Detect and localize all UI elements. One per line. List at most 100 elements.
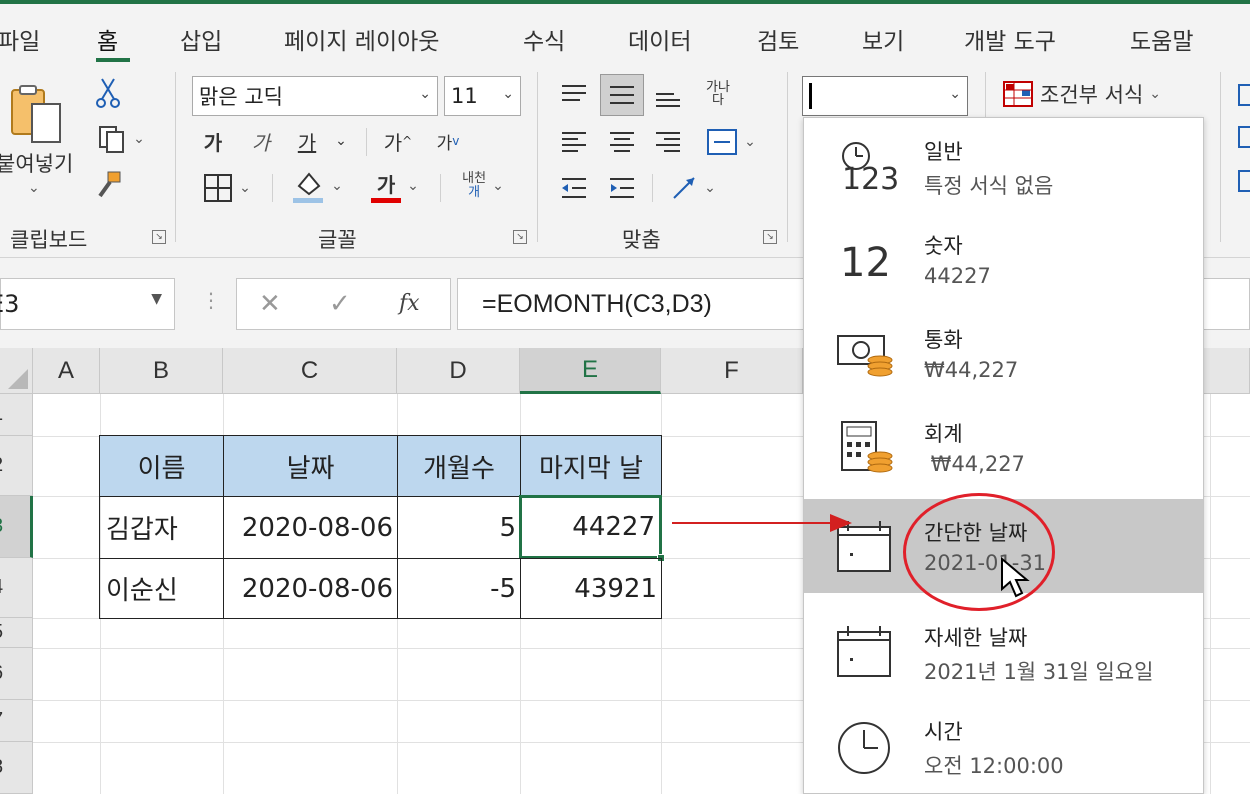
- menu-item-title: 회계: [924, 422, 963, 446]
- grow-font-button[interactable]: 가 ^: [378, 124, 418, 158]
- orientation-angle-button[interactable]: ⌄: [662, 168, 724, 208]
- number-format-menu: 123 일반 특정 서식 없음 12 숫자 44227 통화 ₩44,227 회…: [803, 117, 1204, 794]
- header-cell-date[interactable]: 날짜: [223, 435, 398, 497]
- tab-help[interactable]: 도움말: [1130, 22, 1193, 56]
- align-top-icon[interactable]: [556, 76, 592, 112]
- font-launcher-icon[interactable]: ↘: [513, 230, 527, 244]
- align-bottom-icon[interactable]: [650, 80, 686, 116]
- font-size-combo[interactable]: 11 ⌄: [444, 76, 521, 116]
- underline-dropdown-chevron-icon[interactable]: ⌄: [330, 124, 352, 158]
- header-cell-months[interactable]: 개월수: [397, 435, 521, 497]
- column-header-d[interactable]: D: [397, 348, 520, 394]
- row-header-8[interactable]: 8: [0, 742, 33, 794]
- increase-indent-icon[interactable]: [604, 170, 640, 206]
- active-cell-e3[interactable]: 44227: [519, 495, 662, 559]
- cancel-icon[interactable]: ✕: [259, 289, 281, 319]
- tab-file[interactable]: 파일: [0, 22, 40, 56]
- cell-styles-icon[interactable]: [1238, 84, 1250, 106]
- format-painter-icon[interactable]: [92, 168, 126, 202]
- tab-data[interactable]: 데이터: [628, 22, 691, 56]
- header-cell-name[interactable]: 이름: [99, 435, 224, 497]
- insert-function-icon[interactable]: fx: [399, 291, 420, 316]
- column-header-f[interactable]: F: [661, 348, 803, 394]
- paste-icon[interactable]: [6, 80, 66, 150]
- table-cell-c3[interactable]: 2020-08-06: [223, 496, 398, 559]
- menu-item-preview: ₩44,227: [924, 452, 1025, 476]
- annotation-arrow-line: [672, 522, 832, 524]
- font-name-combo[interactable]: 맑은 고딕 ⌄: [192, 76, 438, 116]
- column-header-c[interactable]: C: [223, 348, 397, 394]
- tab-formulas[interactable]: 수식: [523, 22, 565, 56]
- tab-page-layout[interactable]: 페이지 레이아웃: [284, 22, 439, 56]
- header-cell-last-day[interactable]: 마지막 날: [520, 435, 662, 497]
- orientation-button[interactable]: 가나 다: [698, 74, 738, 114]
- decrease-indent-icon[interactable]: [556, 170, 592, 206]
- tab-view[interactable]: 보기: [862, 22, 904, 56]
- currency-icon: [832, 324, 902, 384]
- menu-item-long-date[interactable]: 자세한 날짜 2021년 1월 31일 일요일: [804, 604, 1203, 698]
- row-header-5[interactable]: 5: [0, 618, 33, 648]
- bold-button[interactable]: 가: [200, 124, 226, 158]
- table-cell-b3[interactable]: 김갑자: [99, 496, 224, 559]
- chevron-down-icon[interactable]: ⌄: [949, 86, 961, 102]
- table-cell-d3[interactable]: 5: [397, 496, 521, 559]
- row-header-3[interactable]: 3: [0, 496, 33, 558]
- row-header-6[interactable]: 6: [0, 648, 33, 700]
- cut-icon[interactable]: [92, 76, 124, 110]
- tab-developer[interactable]: 개발 도구: [964, 22, 1056, 56]
- borders-button[interactable]: ⌄: [194, 170, 260, 206]
- conditional-format-button[interactable]: 조건부 서식 ⌄: [1002, 76, 1192, 112]
- font-color-button[interactable]: 가 ⌄: [362, 166, 428, 206]
- formula-bar-grip-icon[interactable]: ⋮: [201, 288, 221, 312]
- align-right-icon[interactable]: [650, 124, 686, 160]
- paste-label[interactable]: 붙여넣기: [0, 148, 73, 178]
- shrink-font-label: 가: [436, 133, 453, 154]
- column-header-b[interactable]: B: [100, 348, 223, 394]
- clipboard-launcher-icon[interactable]: ↘: [152, 230, 166, 244]
- divider: [537, 72, 538, 242]
- align-middle-icon[interactable]: [600, 74, 644, 116]
- tab-home[interactable]: 홈: [97, 22, 118, 56]
- cell-format-icon[interactable]: [1238, 170, 1250, 192]
- underline-button[interactable]: 가: [294, 124, 320, 158]
- merge-center-button[interactable]: ⌄: [698, 122, 764, 162]
- menu-item-number[interactable]: 12 숫자 44227: [804, 212, 1203, 306]
- copy-icon[interactable]: ⌄: [90, 122, 152, 156]
- align-center-icon[interactable]: [604, 124, 640, 160]
- name-box-dropdown-icon[interactable]: ▼: [151, 291, 162, 307]
- table-format-icon[interactable]: [1238, 126, 1250, 148]
- shrink-font-button[interactable]: 가v: [428, 124, 468, 158]
- paste-dropdown-chevron-icon[interactable]: ⌄: [28, 180, 40, 196]
- italic-button[interactable]: 가: [248, 124, 274, 158]
- table-cell-c4[interactable]: 2020-08-06: [223, 558, 398, 619]
- gridline: [1210, 394, 1211, 794]
- borders-icon: [204, 174, 233, 202]
- conditional-format-label: 조건부 서식: [1040, 83, 1144, 107]
- column-header-e[interactable]: E: [520, 348, 661, 394]
- menu-item-accounting[interactable]: 회계 ₩44,227: [804, 400, 1203, 494]
- menu-item-time[interactable]: 시간 오전 12:00:00: [804, 698, 1203, 792]
- menu-item-currency[interactable]: 통화 ₩44,227: [804, 306, 1203, 400]
- name-box[interactable]: E3 ▼: [0, 278, 175, 330]
- table-cell-b4[interactable]: 이순신: [99, 558, 224, 619]
- tab-review[interactable]: 검토: [757, 22, 799, 56]
- select-all-corner[interactable]: [0, 348, 33, 394]
- column-header-a[interactable]: A: [33, 348, 100, 394]
- alignment-launcher-icon[interactable]: ↘: [763, 230, 777, 244]
- phonetic-top: 내천: [462, 171, 487, 186]
- number-format-combo[interactable]: ⌄: [802, 76, 968, 116]
- row-header-7[interactable]: 7: [0, 700, 33, 742]
- phonetic-guide-button[interactable]: 내천 개 ⌄: [450, 166, 516, 206]
- menu-item-general[interactable]: 123 일반 특정 서식 없음: [804, 118, 1203, 212]
- align-left-icon[interactable]: [556, 124, 592, 160]
- fill-color-button[interactable]: ⌄: [284, 166, 350, 206]
- divider: [175, 72, 176, 242]
- row-header-2[interactable]: 2: [0, 436, 33, 496]
- table-cell-e4[interactable]: 43921: [520, 558, 662, 619]
- divider: [440, 174, 441, 202]
- row-header-4[interactable]: 4: [0, 558, 33, 618]
- tab-insert[interactable]: 삽입: [180, 22, 222, 56]
- enter-icon[interactable]: ✓: [329, 289, 351, 319]
- row-header-1[interactable]: 1: [0, 394, 33, 436]
- table-cell-d4[interactable]: -5: [397, 558, 521, 619]
